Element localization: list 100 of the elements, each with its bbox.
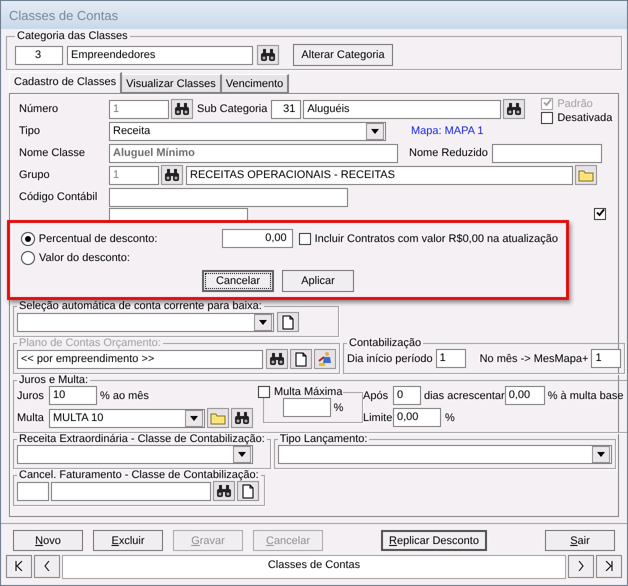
dropdown[interactable] — [278, 445, 612, 464]
field-label: No mês -> MesMapa+ — [480, 352, 588, 364]
new-button[interactable] — [290, 349, 312, 369]
checkbox[interactable] — [298, 232, 311, 244]
field-label: Grupo — [18, 169, 51, 181]
type-dropdown[interactable]: Receita — [109, 122, 386, 140]
category-code-field[interactable]: 3 — [15, 46, 63, 64]
input-field[interactable] — [492, 144, 602, 162]
input-field[interactable] — [51, 482, 211, 500]
cancel-button[interactable]: Cancelar — [202, 270, 274, 292]
wizard-button[interactable] — [314, 349, 336, 369]
folder-button[interactable] — [575, 165, 597, 185]
group-label: Cancel. Faturamento - Classe de Contabilização: — [18, 469, 260, 481]
navigator-caption: Classes de Contas — [62, 555, 566, 579]
add-percent-field[interactable]: 0,00 — [504, 386, 545, 405]
days-field[interactable]: 0 — [393, 386, 421, 405]
new-button[interactable] — [237, 481, 259, 501]
checkbox-label: Padrão — [557, 98, 593, 110]
previous-button[interactable] — [34, 555, 60, 578]
next-button[interactable] — [568, 555, 594, 578]
group-label: Juros e Multa: — [18, 374, 90, 386]
search-button[interactable] — [213, 481, 235, 501]
binoculars-icon — [216, 484, 232, 498]
alter-category-button[interactable]: Alterar Categoria — [293, 44, 393, 66]
caret-icon — [233, 446, 251, 463]
month-offset-field[interactable]: 1 — [591, 349, 622, 368]
dropdown[interactable] — [17, 312, 274, 332]
action-button[interactable]: Sair — [545, 530, 615, 551]
search-button[interactable] — [231, 408, 253, 428]
folder-icon — [578, 168, 594, 182]
search-button[interactable] — [161, 165, 183, 185]
last-icon — [605, 559, 613, 574]
map-label: Mapa: MAPA 1 — [411, 125, 484, 137]
start-day-field[interactable]: 1 — [436, 349, 466, 368]
caret-icon — [592, 446, 610, 463]
action-button[interactable]: Replicar Desconto — [381, 530, 487, 551]
group-label: Receita Extraordinária - Classe de Contabilização: — [18, 433, 266, 445]
search-button[interactable] — [503, 99, 526, 119]
document-icon — [295, 352, 307, 366]
search-button[interactable] — [257, 45, 279, 65]
binoculars-icon — [269, 352, 285, 366]
caret-icon — [185, 410, 203, 426]
input-field[interactable] — [17, 482, 49, 500]
window-title: Classes de Contas — [9, 8, 118, 22]
search-button[interactable] — [266, 349, 288, 369]
unit-label: % — [445, 412, 455, 424]
group-label: Tipo Lançamento: — [278, 433, 368, 445]
first-icon — [15, 559, 23, 574]
field-label: Tipo — [18, 125, 41, 137]
field-label: Nome Classe — [18, 147, 86, 159]
first-record-button[interactable] — [6, 555, 32, 578]
category-name-field[interactable]: Empreendedores — [67, 46, 253, 64]
interest-field[interactable]: 10 — [49, 386, 97, 405]
caret-icon — [366, 122, 384, 140]
wizard-icon — [317, 351, 333, 367]
document-icon — [242, 484, 254, 498]
input-field[interactable] — [109, 188, 348, 206]
tab[interactable]: Visualizar Classes — [122, 74, 222, 93]
checkbox-label: Multa Máxima — [274, 386, 342, 398]
group-code-field[interactable]: 1 — [109, 166, 159, 184]
subcategory-name-field[interactable]: Aluguéis — [303, 100, 502, 118]
binoculars-icon — [234, 411, 250, 425]
binoculars-icon — [164, 168, 180, 182]
action-button[interactable]: Excluir — [93, 530, 163, 551]
field-label: Código Contábil — [18, 191, 98, 203]
next-icon — [578, 559, 584, 574]
dropdown[interactable] — [17, 445, 253, 464]
fine-dropdown[interactable]: MULTA 10 — [49, 408, 205, 428]
search-button[interactable] — [171, 99, 193, 119]
field-label: Número — [18, 103, 60, 115]
number-field[interactable]: 1 — [109, 100, 169, 118]
limit-field[interactable]: 0,00 — [393, 408, 441, 427]
field-label: Sub Categoria — [197, 103, 268, 115]
group-name-field[interactable]: RECEITAS OPERACIONAIS - RECEITAS — [186, 166, 573, 184]
field-label: Multa — [17, 412, 45, 424]
unit-label: % à multa base — [548, 390, 624, 402]
unit-label: % ao mês — [100, 390, 149, 402]
class-name-field[interactable]: Aluguel Mínimo — [109, 144, 398, 162]
unit-label: % — [334, 402, 344, 414]
tab[interactable]: Cadastro de Classes — [9, 72, 122, 93]
checkbox[interactable] — [594, 208, 606, 220]
radio-button[interactable] — [21, 232, 35, 246]
group-label: Categoria das Classes — [16, 30, 129, 42]
tab[interactable]: Vencimento — [222, 74, 290, 93]
input-field[interactable] — [282, 398, 331, 417]
action-button[interactable]: Novo — [13, 530, 83, 551]
last-record-button[interactable] — [596, 555, 622, 578]
radio-button[interactable] — [21, 250, 35, 264]
field-label: Nome Reduzido — [409, 147, 488, 159]
apply-button[interactable]: Aplicar — [282, 270, 354, 292]
checkbox[interactable] — [541, 112, 554, 124]
checkbox[interactable] — [258, 386, 270, 398]
previous-icon — [44, 559, 50, 574]
new-button[interactable] — [277, 312, 299, 332]
group-label: Plano de Contas Orçamento: — [18, 337, 162, 349]
field-label: Limite — [363, 412, 393, 424]
radio-label: Percentual de desconto: — [38, 232, 158, 244]
subcategory-code-field[interactable]: 31 — [271, 100, 302, 118]
field-label: Dia início período — [347, 352, 433, 364]
discount-field[interactable]: 0,00 — [222, 229, 293, 248]
